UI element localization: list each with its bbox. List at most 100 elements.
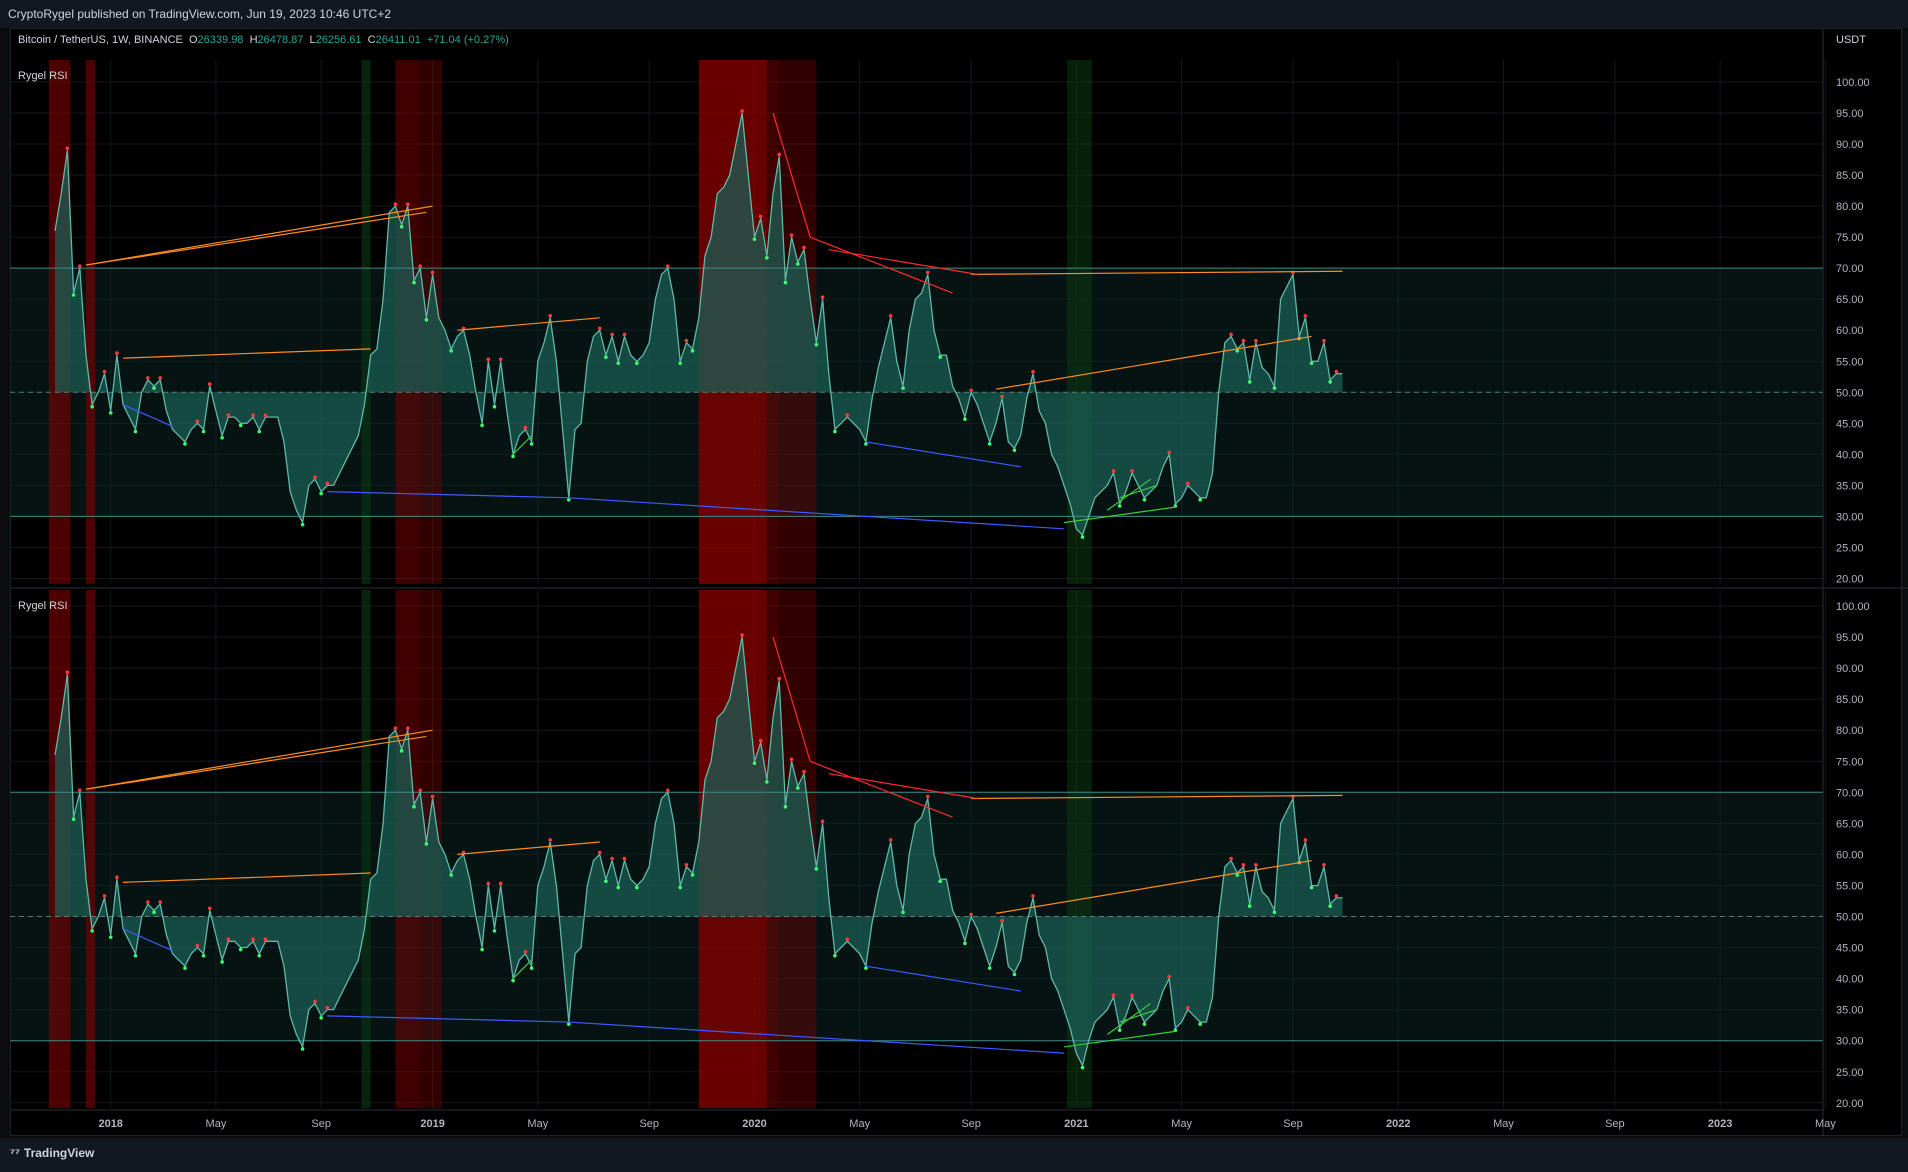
pivot-low-marker (752, 761, 757, 766)
pivot-high-marker (393, 726, 398, 730)
x-tick-label: 2022 (1386, 1118, 1410, 1130)
y-tick-label: 55.00 (1836, 356, 1864, 368)
signal-zone (361, 590, 371, 1108)
pivot-high-marker (1031, 369, 1035, 374)
pivot-high-marker (845, 937, 850, 942)
y-tick-label: 65.00 (1836, 294, 1864, 306)
signal-zone (85, 590, 96, 1108)
pivot-low-marker (1272, 386, 1277, 390)
pivot-high-marker (226, 937, 231, 942)
pivot-low-marker (1080, 1065, 1085, 1070)
y-tick-label: 45.00 (1836, 418, 1864, 430)
pivot-high-marker (802, 245, 806, 250)
pivot-high-marker (158, 900, 163, 904)
pivot-high-marker (1185, 481, 1190, 486)
x-tick-label: May (1815, 1118, 1836, 1130)
x-tick-label: 2023 (1708, 1118, 1732, 1130)
pivot-high-marker (1000, 394, 1004, 399)
pivot-low-marker (765, 255, 769, 260)
pivot-low-marker (108, 411, 113, 415)
pivot-low-marker (690, 349, 695, 353)
pivot-low-marker (399, 224, 404, 229)
pivot-low-marker (1117, 504, 1122, 508)
pivot-high-marker (758, 214, 763, 219)
pivot-low-marker (133, 429, 138, 434)
pivot-high-marker (418, 264, 423, 268)
y-tick-label: 50.00 (1836, 912, 1864, 924)
pivot-high-marker (597, 326, 602, 331)
pivot-low-marker (480, 947, 484, 952)
pivot-high-marker (207, 382, 212, 386)
high-value: 26478.87 (257, 34, 304, 46)
pivot-low-marker (71, 293, 76, 297)
pivot-high-marker (498, 357, 503, 362)
pivot-low-marker (1309, 361, 1314, 366)
pivot-high-marker (845, 413, 850, 417)
y-tick-label: 100.00 (1836, 77, 1870, 89)
pivot-low-marker (152, 910, 156, 915)
pivot-low-marker (1012, 448, 1017, 452)
open-value: 26339.98 (197, 34, 244, 46)
x-tick-label: Sep (1283, 1118, 1303, 1130)
rsi-chart[interactable]: 100.00 95.00 90.00 85.00 80.00 75.00 70.00 65.0… (0, 0, 1908, 1172)
y-tick-label: 55.00 (1836, 880, 1864, 892)
pivot-high-marker (740, 109, 744, 113)
currency-label[interactable]: USDT (1836, 34, 1866, 46)
pivot-low-marker (529, 966, 534, 970)
pivot-low-marker (901, 910, 905, 915)
pivot-low-marker (938, 355, 942, 359)
pivot-high-marker (406, 202, 410, 206)
pivot-low-marker (796, 786, 800, 790)
pivot-high-marker (102, 369, 107, 374)
signal-zone (361, 60, 371, 584)
y-tick-label: 75.00 (1836, 756, 1864, 768)
divergence-line (85, 211, 427, 266)
y-tick-label: 95.00 (1836, 632, 1864, 644)
pivot-high-marker (1334, 369, 1339, 374)
pivot-high-marker (325, 481, 330, 486)
pivot-low-marker (424, 318, 429, 322)
y-tick-label: 20.00 (1836, 573, 1864, 585)
pivot-low-marker (752, 237, 757, 241)
pivot-high-marker (1334, 894, 1339, 898)
x-tick-label: Sep (1605, 1118, 1625, 1130)
pivot-high-marker (1111, 993, 1116, 998)
pivot-high-marker (548, 314, 552, 318)
y-tick-label: 90.00 (1836, 139, 1864, 151)
pivot-high-marker (418, 788, 423, 793)
y-tick-label: 40.00 (1836, 449, 1864, 461)
x-tick-label: Sep (311, 1118, 331, 1130)
pivot-high-marker (393, 202, 398, 206)
x-tick-label: Sep (639, 1118, 659, 1130)
pivot-high-marker (610, 332, 614, 337)
y-tick-label: 85.00 (1836, 694, 1864, 706)
tradingview-logo[interactable]: ⁷⁷ TradingView (10, 1146, 94, 1160)
pivot-low-marker (238, 423, 243, 428)
pivot-high-marker (1000, 918, 1004, 923)
pivot-low-marker (1328, 380, 1332, 384)
pivot-low-marker (833, 429, 837, 434)
y-tick-label: 60.00 (1836, 325, 1864, 337)
pivot-high-marker (548, 838, 552, 842)
pivot-high-marker (1185, 1005, 1190, 1010)
pivot-high-marker (406, 726, 410, 730)
pivot-low-marker (987, 442, 992, 446)
pivot-high-marker (115, 351, 119, 355)
y-tick-label: 45.00 (1836, 943, 1864, 955)
pivot-high-marker (1031, 894, 1035, 898)
pivot-low-marker (901, 386, 905, 390)
pivot-low-marker (183, 442, 187, 446)
x-tick-label: 2019 (420, 1118, 444, 1130)
pivot-high-marker (622, 332, 627, 337)
pivot-low-marker (796, 262, 800, 266)
close-label: C (367, 34, 376, 46)
pivot-low-marker (963, 417, 967, 421)
pivot-low-marker (412, 804, 416, 809)
symbol-name: Bitcoin / TetherUS, 1W, BINANCE (18, 34, 183, 46)
y-tick-label: 85.00 (1836, 170, 1864, 182)
pivot-low-marker (963, 941, 967, 946)
pivot-low-marker (300, 522, 305, 527)
pivot-high-marker (777, 676, 782, 681)
pivot-low-marker (833, 953, 837, 958)
pivot-low-marker (1142, 498, 1147, 502)
